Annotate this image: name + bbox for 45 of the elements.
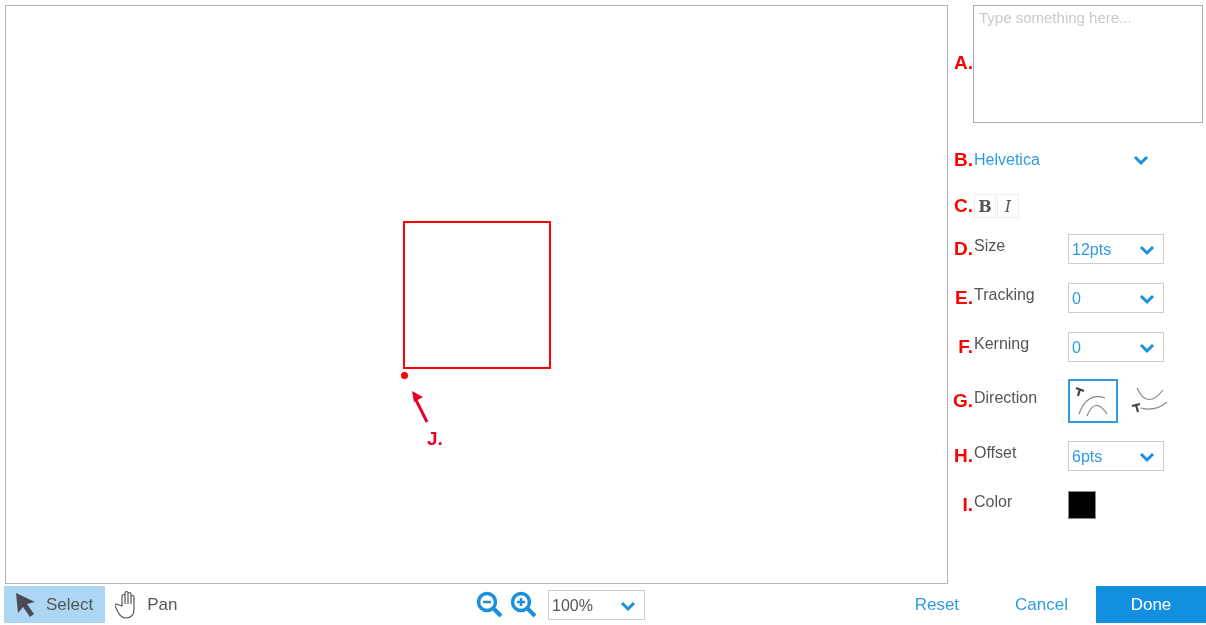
text-button[interactable]: Reset	[886, 586, 988, 623]
annotation-label: F.	[957, 335, 973, 358]
chevron-down-icon	[1133, 154, 1149, 166]
dropdown[interactable]: 0	[1068, 331, 1164, 362]
text-button[interactable]: Cancel	[987, 586, 1096, 623]
annotation-label: B.	[953, 149, 973, 171]
dropdown[interactable]: 6pts	[1068, 440, 1164, 471]
direction-option[interactable]	[1068, 379, 1118, 423]
annotation-label: D.	[953, 237, 973, 260]
field-label: Color	[973, 492, 1014, 511]
chevron-down-icon	[1139, 342, 1155, 354]
annotation-label: J.	[427, 428, 443, 450]
annotation-label: I.	[961, 493, 973, 516]
field-label: Size	[973, 236, 1007, 255]
zoom-out-button[interactable]	[476, 590, 504, 619]
field-label: Tracking	[973, 285, 1036, 304]
annotation-label: C.	[953, 195, 973, 217]
zoom-out-icon	[476, 590, 504, 619]
annotation-label: E.	[954, 286, 973, 309]
pan-tool[interactable]: Pan	[105, 586, 190, 623]
done-button[interactable]: Done	[1096, 586, 1206, 623]
chevron-down-icon	[1139, 451, 1155, 463]
italic-button[interactable]: I	[997, 194, 1019, 218]
chevron-down-icon	[1139, 244, 1155, 256]
color-swatch[interactable]	[1068, 490, 1096, 519]
chevron-down-icon	[620, 600, 636, 612]
field-label: Kerning	[973, 334, 1031, 353]
zoom-dropdown[interactable]: 100%	[548, 589, 645, 620]
canvas-area[interactable]: J.	[5, 5, 948, 584]
chevron-down-icon	[1139, 293, 1155, 305]
zoom-in-icon	[510, 590, 538, 619]
selection-square[interactable]	[403, 221, 551, 369]
dropdown[interactable]: 0	[1068, 282, 1164, 313]
pointer-arrow	[410, 390, 430, 424]
select-tool[interactable]: Select	[4, 586, 106, 623]
field-label: Direction	[973, 389, 1039, 407]
dropdown[interactable]: 12pts	[1068, 233, 1164, 264]
field-label: Offset	[973, 443, 1018, 462]
font-dropdown[interactable]: Helvetica	[973, 151, 1149, 169]
bold-button[interactable]: B	[974, 194, 996, 218]
anchor-dot[interactable]	[401, 372, 408, 379]
annotation-label: A.	[953, 52, 973, 74]
annotation-label: H.	[953, 444, 973, 467]
annotation-label: G.	[951, 390, 973, 412]
zoom-in-button[interactable]	[510, 590, 538, 619]
